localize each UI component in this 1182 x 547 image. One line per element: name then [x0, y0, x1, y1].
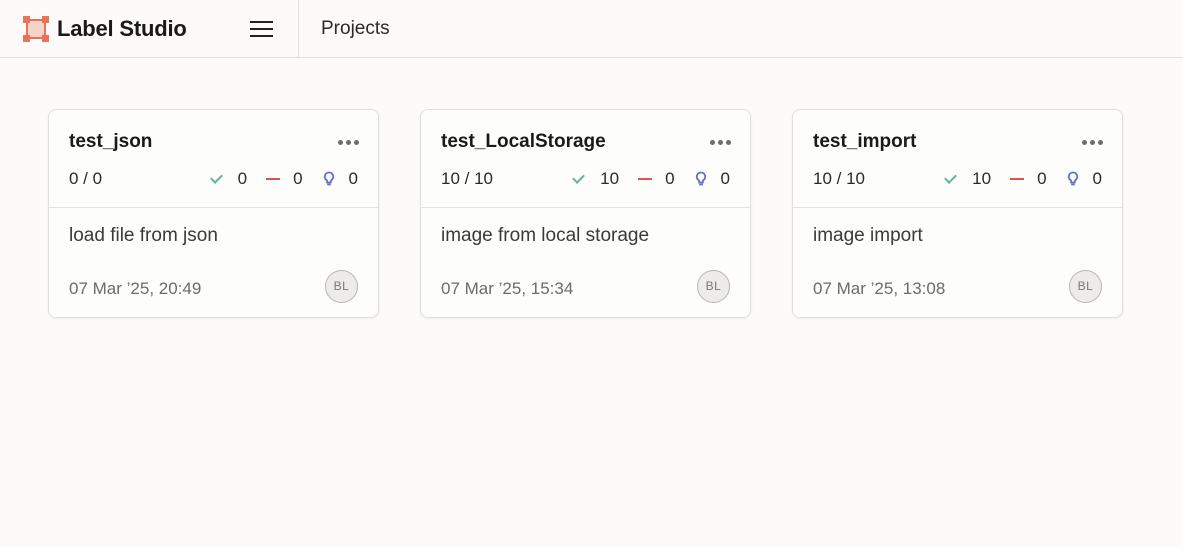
- check-icon: [944, 171, 960, 187]
- project-date: 07 Mar ’25, 15:34: [441, 279, 574, 298]
- project-title: test_json: [69, 131, 153, 152]
- predictions-count: 0: [1092, 169, 1102, 188]
- minus-icon: [637, 171, 653, 187]
- completed-count: 0: [237, 169, 248, 188]
- project-stats: 0 0 0: [192, 169, 358, 189]
- header-divider: [298, 0, 299, 58]
- project-description: image from local storage: [441, 225, 650, 246]
- check-icon: [210, 171, 226, 187]
- app-name: Label Studio: [57, 16, 187, 41]
- lightbulb-icon: [1065, 171, 1081, 187]
- predictions-count: 0: [720, 169, 730, 188]
- check-icon: [572, 171, 588, 187]
- avatar: BL: [697, 270, 730, 303]
- more-options-icon[interactable]: [707, 130, 731, 148]
- completed-count: 10: [600, 169, 620, 188]
- minus-icon: [265, 171, 281, 187]
- predictions-count: 0: [348, 169, 358, 188]
- hamburger-menu-icon[interactable]: [250, 18, 274, 40]
- minus-icon: [1009, 171, 1025, 187]
- more-options-icon[interactable]: [335, 130, 359, 148]
- project-date: 07 Mar ’25, 20:49: [69, 279, 202, 298]
- lightbulb-icon: [321, 171, 337, 187]
- avatar: BL: [1069, 270, 1102, 303]
- project-card[interactable]: test_LocalStorage 10 / 10 10 0 0 image f…: [420, 109, 751, 318]
- lightbulb-icon: [693, 171, 709, 187]
- task-progress: 10 / 10: [441, 169, 493, 188]
- app-logo[interactable]: Label Studio: [23, 16, 187, 42]
- project-title: test_LocalStorage: [441, 131, 606, 152]
- project-description: load file from json: [69, 225, 218, 246]
- skipped-count: 0: [665, 169, 675, 188]
- project-date: 07 Mar ’25, 13:08: [813, 279, 946, 298]
- more-options-icon[interactable]: [1079, 130, 1103, 148]
- project-stats: 10 0 0: [926, 169, 1102, 189]
- project-title: test_import: [813, 131, 917, 152]
- skipped-count: 0: [1037, 169, 1047, 188]
- project-stats: 10 0 0: [554, 169, 730, 189]
- breadcrumb-projects[interactable]: Projects: [321, 18, 390, 40]
- avatar: BL: [325, 270, 358, 303]
- project-card[interactable]: test_import 10 / 10 10 0 0 image import …: [792, 109, 1123, 318]
- top-bar: Label Studio Projects: [0, 0, 1182, 58]
- task-progress: 10 / 10: [813, 169, 865, 188]
- label-studio-logo-icon: [23, 16, 49, 42]
- task-progress: 0 / 0: [69, 169, 103, 188]
- project-description: image import: [813, 225, 923, 246]
- project-card[interactable]: test_json 0 / 0 0 0 0 load file from jso…: [48, 109, 379, 318]
- skipped-count: 0: [293, 169, 303, 188]
- completed-count: 10: [972, 169, 992, 188]
